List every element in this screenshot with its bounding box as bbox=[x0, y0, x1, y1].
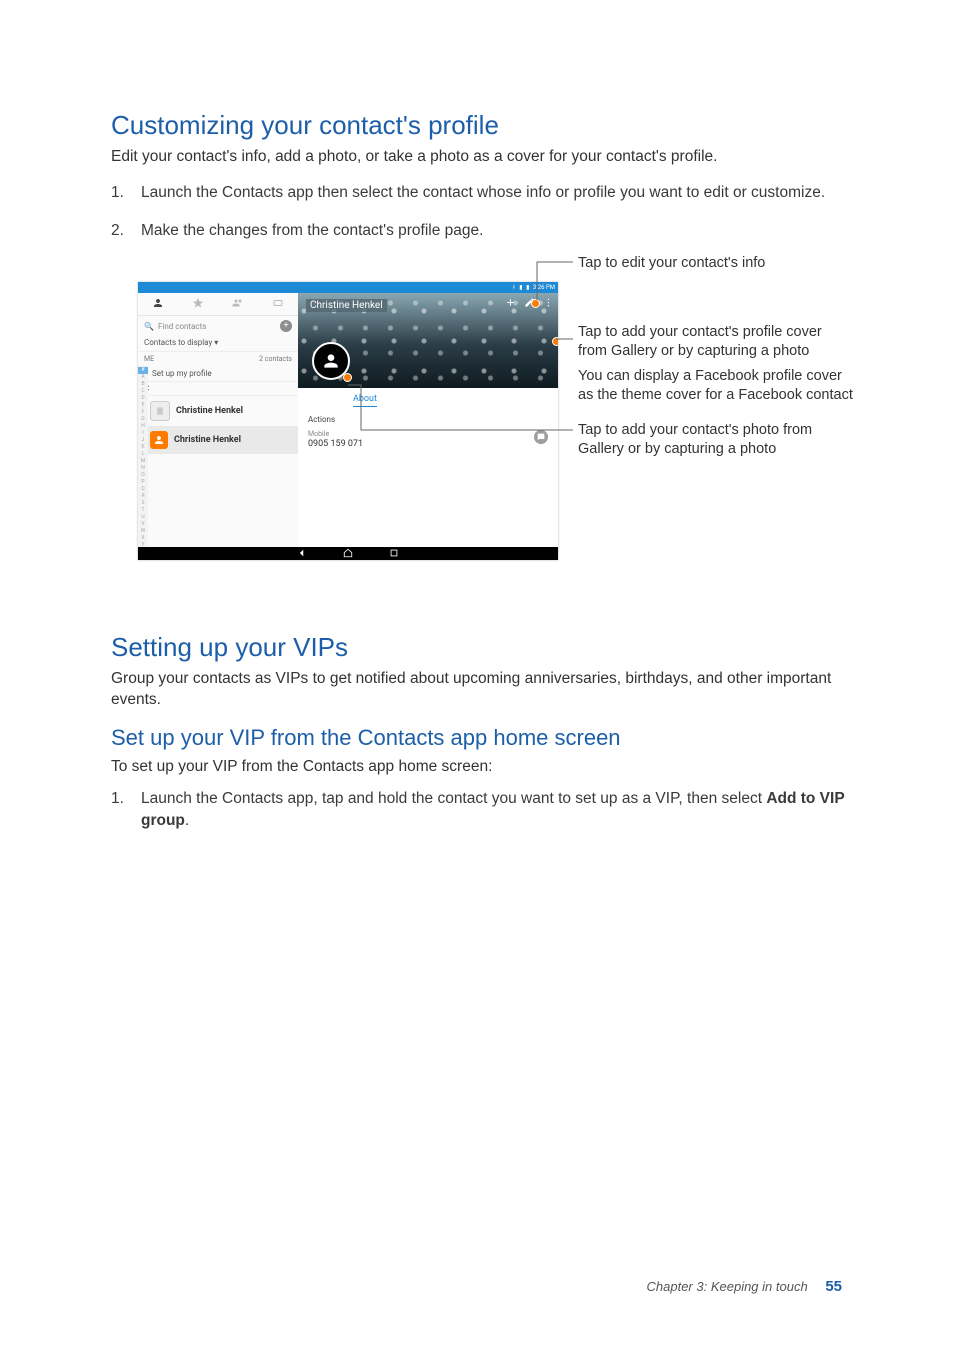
callout-edit: Tap to edit your contact's info bbox=[578, 254, 853, 273]
contact-row-selected[interactable]: Christine Henkel bbox=[138, 426, 298, 454]
intro-vip-sub: To set up your VIP from the Contacts app… bbox=[111, 757, 851, 778]
step-vip-1: 1.Launch the Contacts app, tap and hold … bbox=[111, 788, 851, 831]
selected-avatar-icon bbox=[150, 431, 168, 449]
status-time: 3:26 PM bbox=[533, 282, 555, 293]
mobile-label: Mobile bbox=[308, 430, 548, 438]
person-icon bbox=[152, 297, 164, 309]
nav-recent[interactable] bbox=[389, 548, 399, 560]
step-customize-1: 1.Launch the Contacts app then select th… bbox=[111, 182, 851, 204]
bluetooth-icon: ᚼ bbox=[512, 282, 516, 293]
contacts-to-display[interactable]: Contacts to display ▾ bbox=[138, 336, 298, 352]
footer-chapter: Chapter 3: Keeping in touch bbox=[647, 1279, 808, 1294]
tab-people[interactable] bbox=[138, 297, 178, 312]
add-field-button[interactable] bbox=[505, 297, 516, 310]
tab-favorites[interactable] bbox=[178, 297, 218, 312]
tablet-frame: ᚼ ▮ ▮ 3:26 PM bbox=[138, 282, 558, 560]
step-customize-2: 2.Make the changes from the contact's pr… bbox=[111, 220, 851, 242]
contact-row-sim[interactable]: Christine Henkel bbox=[138, 396, 298, 426]
letter-header-c: C bbox=[138, 381, 298, 396]
me-label: ME bbox=[144, 355, 154, 363]
step-vip-pre: Launch the Contacts app, tap and hold th… bbox=[141, 790, 766, 807]
sim-avatar-icon bbox=[150, 401, 170, 421]
page-footer: Chapter 3: Keeping in touch 55 bbox=[647, 1278, 842, 1295]
heading-vip-sub: Set up your VIP from the Contacts app ho… bbox=[111, 725, 851, 751]
nav-back[interactable] bbox=[297, 548, 307, 560]
intro-customizing: Edit your contact's info, add a photo, o… bbox=[111, 147, 851, 168]
overflow-button[interactable] bbox=[543, 297, 554, 310]
signal-icon: ▮ bbox=[519, 282, 522, 293]
mobile-row[interactable]: Mobile 0905 159 071 bbox=[298, 424, 558, 455]
callout-photo: Tap to add your contact's photo from Gal… bbox=[578, 421, 853, 459]
footer-page-number: 55 bbox=[825, 1278, 842, 1295]
add-contact-button[interactable]: + bbox=[280, 320, 292, 332]
intro-vips: Group your contacts as VIPs to get notif… bbox=[111, 669, 851, 711]
tab-blocked[interactable] bbox=[258, 297, 298, 312]
mobile-value: 0905 159 071 bbox=[308, 439, 548, 449]
star-icon bbox=[192, 297, 204, 309]
tab-about[interactable]: About bbox=[353, 394, 377, 407]
profile-cover[interactable]: Christine Henkel bbox=[298, 293, 558, 388]
hotspot-cover bbox=[552, 337, 558, 346]
heading-customizing: Customizing your contact's profile bbox=[111, 110, 851, 141]
callout-cover1: Tap to add your contact's profile cover … bbox=[578, 323, 853, 361]
detail-tabs: About bbox=[298, 388, 558, 409]
tab-groups[interactable] bbox=[218, 297, 258, 312]
contact-name-2: Christine Henkel bbox=[174, 435, 241, 445]
callout-cover2: You can display a Facebook profile cover… bbox=[578, 367, 853, 405]
heading-vips: Setting up your VIPs bbox=[111, 632, 851, 663]
step-customize-2-text: Make the changes from the contact's prof… bbox=[141, 222, 483, 239]
step-customize-1-text: Launch the Contacts app then select the … bbox=[141, 184, 825, 201]
status-bar: ᚼ ▮ ▮ 3:26 PM bbox=[138, 282, 558, 293]
contact-name-1: Christine Henkel bbox=[176, 406, 243, 416]
battery-icon: ▮ bbox=[526, 282, 529, 293]
block-icon bbox=[272, 297, 284, 309]
android-nav-bar bbox=[138, 547, 558, 560]
set-up-profile[interactable]: Set up my profile bbox=[138, 366, 298, 381]
nav-home[interactable] bbox=[343, 548, 353, 560]
step-vip-post: . bbox=[185, 812, 189, 829]
me-section-header: ME 2 contacts bbox=[138, 352, 298, 366]
contact-detail-pane: Christine Henkel About Act bbox=[298, 293, 558, 547]
alpha-scroller[interactable]: #ABCDEFGHIJKLMNOPQRSTUVWXYZ bbox=[138, 365, 148, 547]
search-input[interactable]: Find contacts bbox=[158, 322, 206, 331]
screenshot-region: ᚼ ▮ ▮ 3:26 PM bbox=[138, 257, 851, 562]
search-icon: 🔍 bbox=[144, 322, 154, 331]
search-row: 🔍 Find contacts + bbox=[138, 316, 298, 336]
avatar-person-icon bbox=[321, 351, 341, 371]
contacts-left-pane: 🔍 Find contacts + Contacts to display ▾ … bbox=[138, 293, 299, 547]
contacts-tabs bbox=[138, 293, 298, 316]
group-icon bbox=[232, 297, 244, 309]
section-actions: Actions bbox=[298, 409, 558, 424]
contacts-count: 2 contacts bbox=[259, 355, 292, 363]
profile-name: Christine Henkel bbox=[306, 299, 387, 312]
